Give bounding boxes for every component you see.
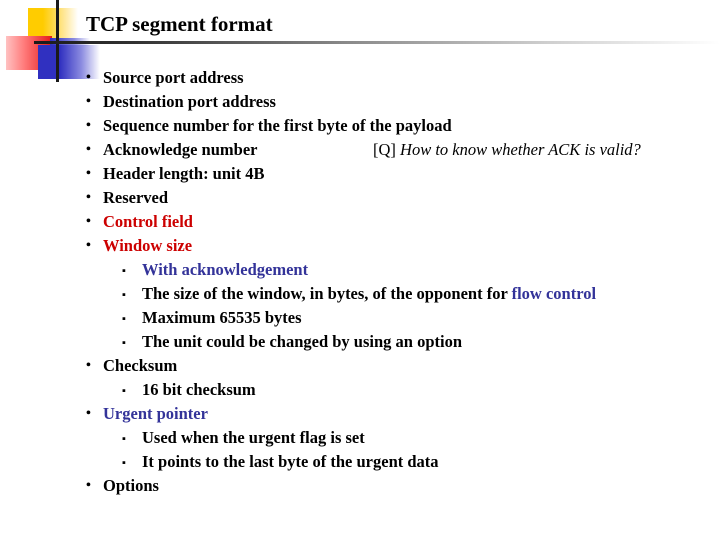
list-item-options: • Options <box>86 474 716 498</box>
item-text: Destination port address <box>103 92 276 111</box>
sub-item-window-size-desc: ▪ The size of the window, in bytes, of t… <box>86 282 716 306</box>
item-text: Maximum 65535 bytes <box>142 308 302 327</box>
title-underline <box>34 41 720 44</box>
bullet-icon: • <box>86 118 91 133</box>
list-item-sequence-number: • Sequence number for the first byte of … <box>86 114 716 138</box>
list-item-destination-port: • Destination port address <box>86 90 716 114</box>
item-text: Used when the urgent flag is set <box>142 428 365 447</box>
yellow-square-decoration <box>28 8 78 38</box>
question-note: [Q] How to know whether ACK is valid? <box>373 138 641 162</box>
square-bullet-icon: ▪ <box>122 265 126 277</box>
item-text: The unit could be changed by using an op… <box>142 332 463 351</box>
question-prefix: [Q] <box>373 140 396 159</box>
square-bullet-icon: ▪ <box>122 313 126 325</box>
item-text: Window size <box>103 236 193 255</box>
square-bullet-icon: ▪ <box>122 433 126 445</box>
item-text: Header length: unit 4B <box>103 164 265 183</box>
item-text: With acknowledgement <box>142 260 309 279</box>
list-item-header-length: • Header length: unit 4B <box>86 162 716 186</box>
list-item-urgent-pointer: • Urgent pointer <box>86 402 716 426</box>
square-bullet-icon: ▪ <box>122 289 126 301</box>
bullet-icon: • <box>86 70 91 85</box>
sub-item-16bit-checksum: ▪ 16 bit checksum <box>86 378 716 402</box>
slide-logo-icon <box>0 0 100 90</box>
square-bullet-icon: ▪ <box>122 457 126 469</box>
question-text: How to know whether ACK is valid? <box>400 140 641 159</box>
list-item-source-port: • Source port address <box>86 66 716 90</box>
list-item-window-size: • Window size <box>86 234 716 258</box>
bullet-icon: • <box>86 406 91 421</box>
bullet-icon: • <box>86 358 91 373</box>
sub-item-with-acknowledgement: ▪ With acknowledgement <box>86 258 716 282</box>
bullet-icon: • <box>86 94 91 109</box>
sub-item-maximum: ▪ Maximum 65535 bytes <box>86 306 716 330</box>
bullet-icon: • <box>86 214 91 229</box>
bullet-list: • Source port address • Destination port… <box>86 66 716 498</box>
list-item-reserved: • Reserved <box>86 186 716 210</box>
bullet-icon: • <box>86 238 91 253</box>
bullet-icon: • <box>86 190 91 205</box>
item-text: The size of the window, in bytes, of the… <box>142 284 512 303</box>
bullet-icon: • <box>86 478 91 493</box>
item-text: Reserved <box>103 188 169 207</box>
item-text: Options <box>103 476 159 495</box>
bullet-icon: • <box>86 166 91 181</box>
item-text: 16 bit checksum <box>142 380 256 399</box>
item-text: Urgent pointer <box>103 404 208 423</box>
square-bullet-icon: ▪ <box>122 385 126 397</box>
sub-item-urgent-flag: ▪ Used when the urgent flag is set <box>86 426 716 450</box>
slide-title: TCP segment format <box>86 12 273 36</box>
sub-item-unit-option: ▪ The unit could be changed by using an … <box>86 330 716 354</box>
list-item-checksum: • Checksum <box>86 354 716 378</box>
flow-control-highlight: flow control <box>511 284 597 303</box>
item-text: Sequence number for the first byte of th… <box>103 116 452 135</box>
item-text: Control field <box>103 212 193 231</box>
item-text: Source port address <box>103 68 244 87</box>
sub-item-last-byte: ▪ It points to the last byte of the urge… <box>86 450 716 474</box>
item-text: It points to the last byte of the urgent… <box>142 452 439 471</box>
square-bullet-icon: ▪ <box>122 337 126 349</box>
list-item-control-field: • Control field <box>86 210 716 234</box>
bullet-icon: • <box>86 142 91 157</box>
list-item-acknowledge-number: • Acknowledge number [Q] How to know whe… <box>86 138 716 162</box>
item-text: Acknowledge number <box>103 140 258 159</box>
item-text: Checksum <box>103 356 178 375</box>
